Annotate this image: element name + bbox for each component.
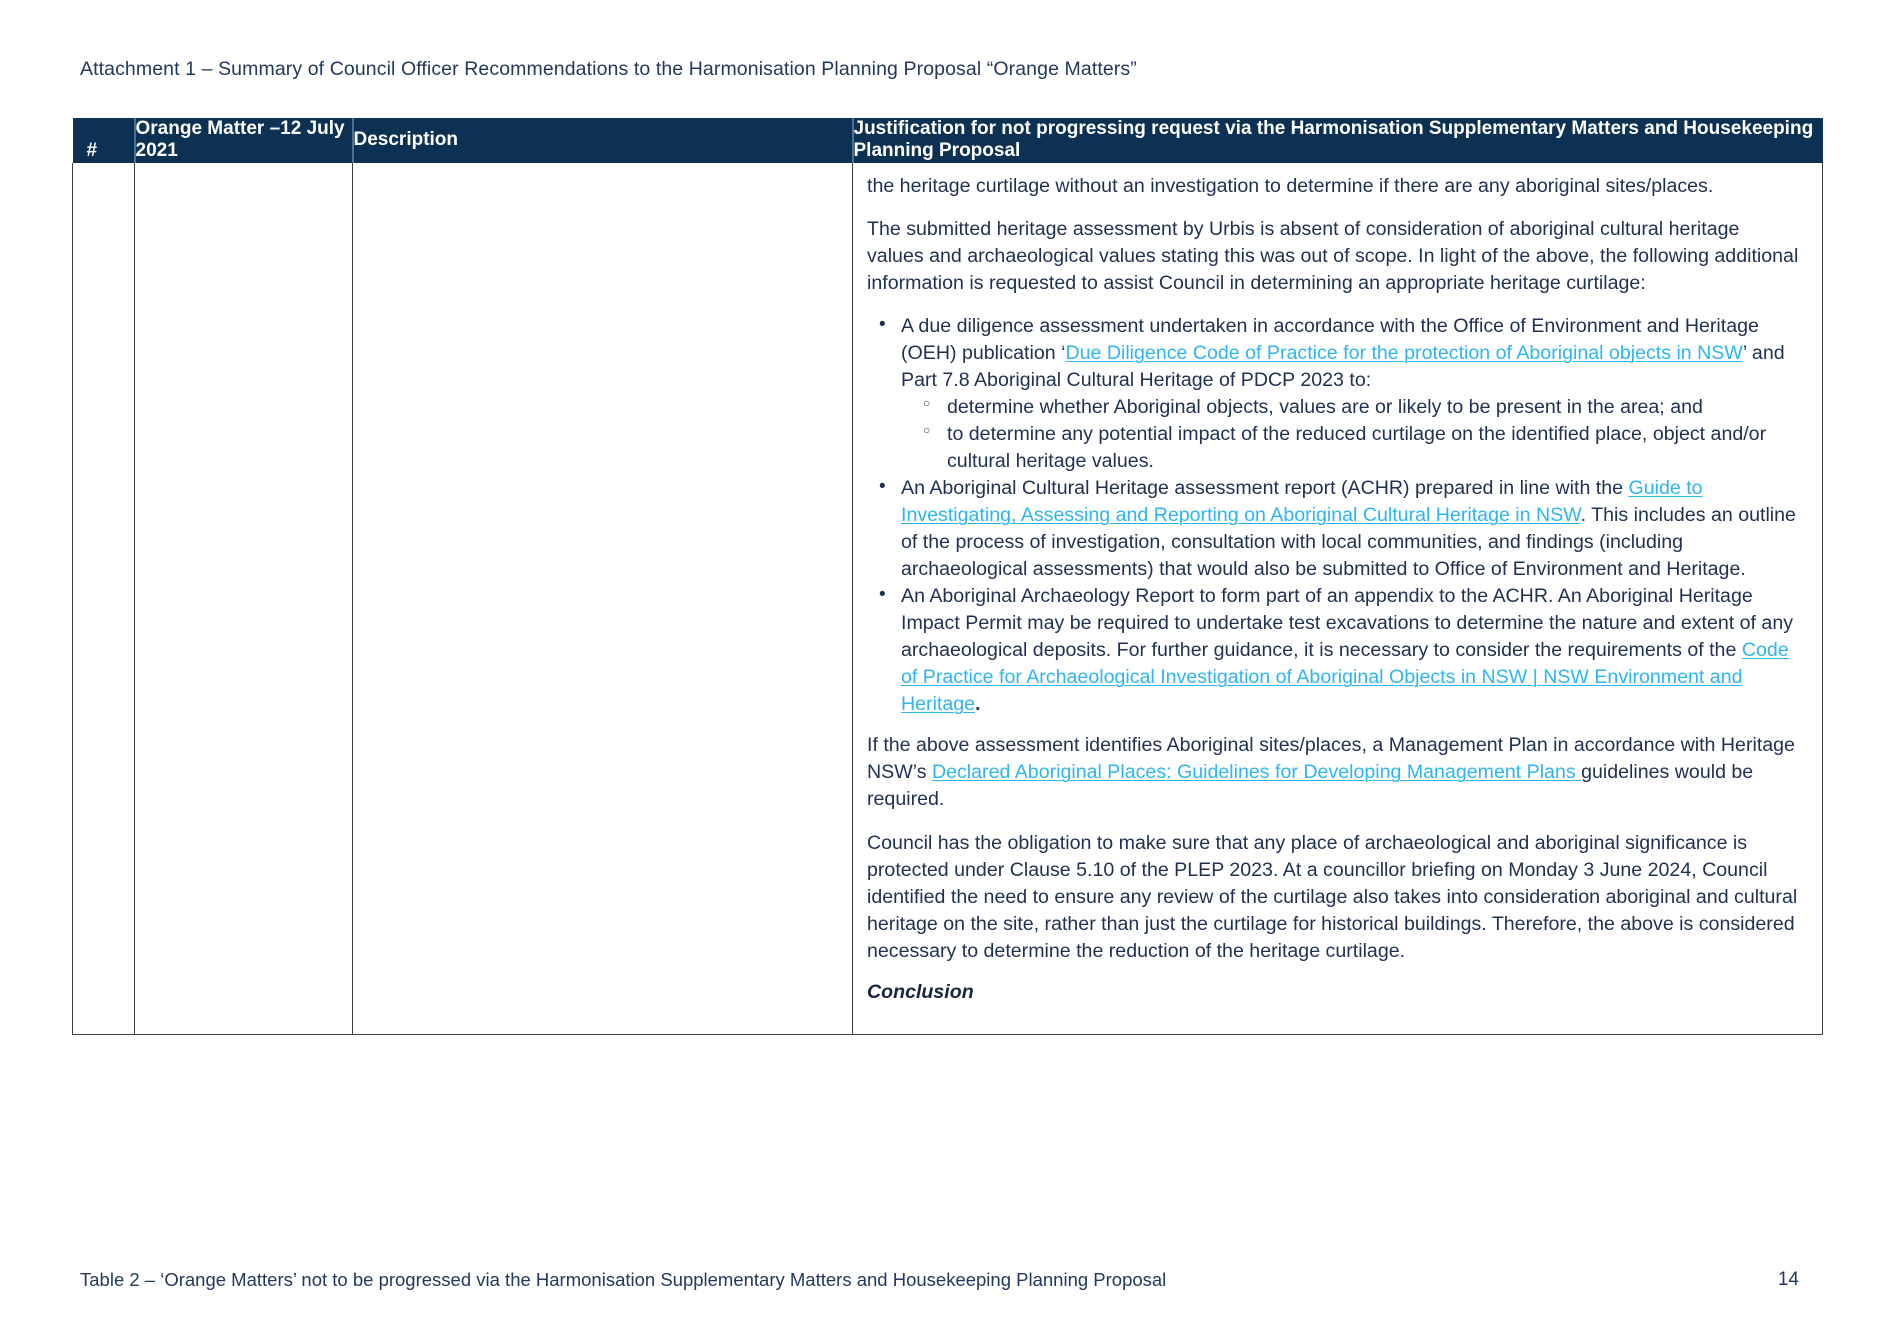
requirements-list: A due diligence assessment undertaken in… xyxy=(867,312,1800,718)
list-item: determine whether Aboriginal objects, va… xyxy=(923,394,1800,421)
table-header: # Orange Matter –12 July 2021 Descriptio… xyxy=(72,118,1823,163)
cell-description xyxy=(352,162,853,1035)
conclusion-heading: Conclusion xyxy=(867,980,974,1003)
table-header-row: # Orange Matter –12 July 2021 Descriptio… xyxy=(72,118,1823,163)
matters-table: # Orange Matter –12 July 2021 Descriptio… xyxy=(72,118,1823,1035)
column-header-justification: Justification for not progressing reques… xyxy=(852,118,1823,163)
justification-body: the heritage curtilage without an invest… xyxy=(867,173,1800,1006)
cell-justification: the heritage curtilage without an invest… xyxy=(852,162,1823,1035)
declared-aboriginal-places-link[interactable]: Declared Aboriginal Places: Guidelines f… xyxy=(932,761,1581,783)
due-diligence-code-link[interactable]: Due Diligence Code of Practice for the p… xyxy=(1065,342,1742,364)
attachment-heading: Attachment 1 – Summary of Council Office… xyxy=(80,58,1137,80)
list-item: A due diligence assessment undertaken in… xyxy=(879,312,1800,475)
footer-caption: Table 2 – ‘Orange Matters’ not to be pro… xyxy=(80,1269,1167,1290)
column-header-orange-matter: Orange Matter –12 July 2021 xyxy=(134,118,354,163)
column-header-description: Description xyxy=(352,118,854,163)
justification-paragraph-4: Council has the obligation to make sure … xyxy=(867,831,1798,962)
justification-paragraph-2: The submitted heritage assessment by Urb… xyxy=(867,217,1799,294)
cell-orange-matter xyxy=(134,162,353,1035)
bullet-3-text-after: . xyxy=(975,693,981,716)
list-item: An Aboriginal Cultural Heritage assessme… xyxy=(879,474,1800,583)
cell-number xyxy=(72,162,135,1035)
justification-paragraph-1: the heritage curtilage without an invest… xyxy=(867,174,1714,197)
column-header-number: # xyxy=(72,118,136,163)
requirements-sublist: determine whether Aboriginal objects, va… xyxy=(901,394,1800,475)
matters-table-wrapper: # Orange Matter –12 July 2021 Descriptio… xyxy=(72,118,1823,1035)
list-item: to determine any potential impact of the… xyxy=(923,421,1800,475)
bullet-2-text-before: An Aboriginal Cultural Heritage assessme… xyxy=(901,477,1629,500)
list-item: An Aboriginal Archaeology Report to form… xyxy=(879,582,1800,718)
page-number: 14 xyxy=(1777,1269,1799,1290)
justification-paragraph-3: If the above assessment identifies Abori… xyxy=(867,732,1800,813)
bullet-3-text-before: An Aboriginal Archaeology Report to form… xyxy=(901,585,1794,662)
document-page: Attachment 1 – Summary of Council Office… xyxy=(0,0,1879,1329)
table-body: the heritage curtilage without an invest… xyxy=(72,162,1823,1035)
table-row: the heritage curtilage without an invest… xyxy=(72,162,1823,1035)
